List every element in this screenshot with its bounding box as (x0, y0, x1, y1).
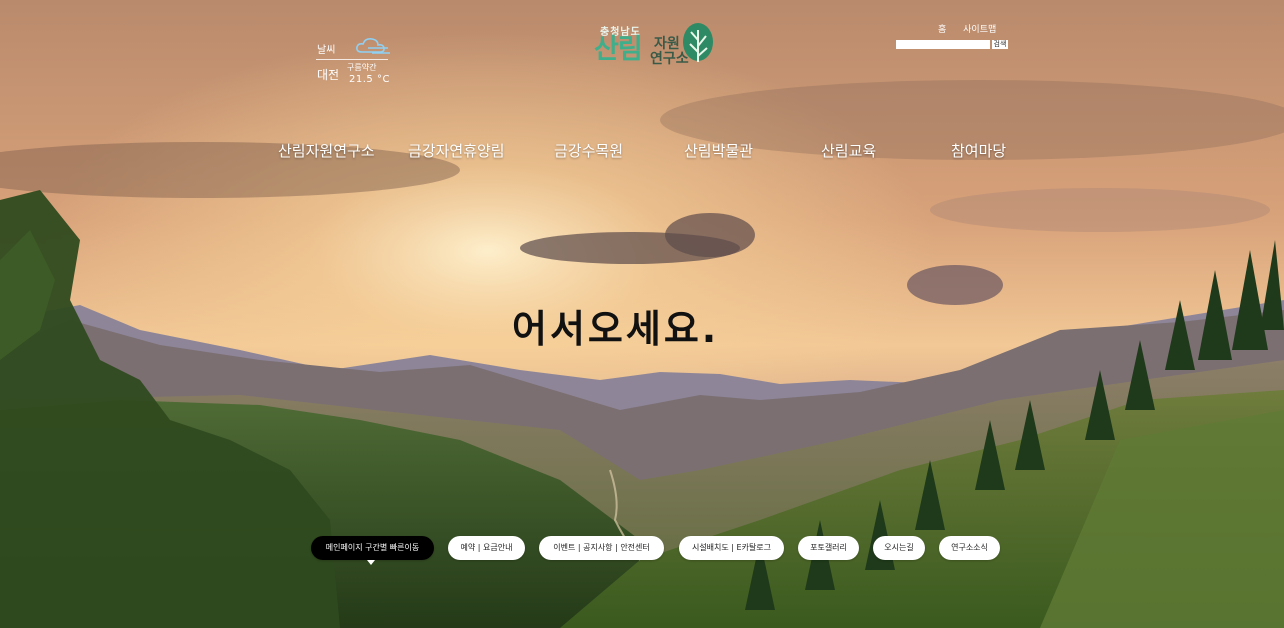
home-link[interactable]: 홈 (938, 25, 946, 35)
sitemap-link[interactable]: 사이트맵 (963, 25, 996, 35)
weather-condition: 구름약간 (347, 63, 377, 72)
site-logo[interactable]: 충청남도 산림 자원 연구소 (594, 20, 718, 74)
hero-headline: 어서오세요. (512, 307, 720, 351)
gnb-item-arboretum[interactable]: 금강수목원 (554, 140, 623, 161)
quick-link-main-sections[interactable]: 메인페이지 구간별 빠른이동 (311, 536, 434, 560)
gnb-item-participation[interactable]: 참여마당 (951, 140, 1006, 161)
utility-links: 홈 사이트맵 (938, 22, 1010, 35)
weather-widget: 날씨 대전 구름약간 21.5 °C (316, 36, 394, 88)
gnb-item-education[interactable]: 산림교육 (821, 140, 876, 161)
tree-leaf-icon (681, 22, 715, 70)
logo-name-big: 산림 (594, 34, 643, 65)
search-box: 검색 (896, 40, 1010, 52)
main-navigation: 산림자원연구소 금강자연휴양림 금강수목원 산림박물관 산림교육 참여마당 (268, 140, 1048, 164)
quick-link-facility-map[interactable]: 시설배치도 | E카탈로그 (679, 536, 784, 560)
weather-divider (316, 59, 388, 60)
quick-link-reservation[interactable]: 예약 | 요금안내 (448, 536, 525, 560)
active-pointer-icon (367, 560, 375, 565)
gnb-item-museum[interactable]: 산림박물관 (684, 140, 753, 161)
gnb-item-forest-research[interactable]: 산림자원연구소 (278, 140, 375, 161)
weather-temperature: 21.5 °C (349, 74, 390, 85)
search-input[interactable] (896, 40, 990, 49)
gnb-item-recreation-forest[interactable]: 금강자연휴양림 (408, 140, 505, 161)
logo-name-line1: 자원 (654, 36, 680, 52)
quick-link-photo-gallery[interactable]: 포토갤러리 (798, 536, 859, 560)
weather-city: 대전 (317, 68, 340, 82)
search-button[interactable]: 검색 (992, 40, 1008, 49)
quick-link-directions[interactable]: 오시는길 (873, 536, 925, 560)
weather-label: 날씨 (317, 45, 336, 56)
quick-link-institute-news[interactable]: 연구소소식 (939, 536, 1000, 560)
quick-link-events[interactable]: 이벤트 | 공지사항 | 안전센터 (539, 536, 664, 560)
